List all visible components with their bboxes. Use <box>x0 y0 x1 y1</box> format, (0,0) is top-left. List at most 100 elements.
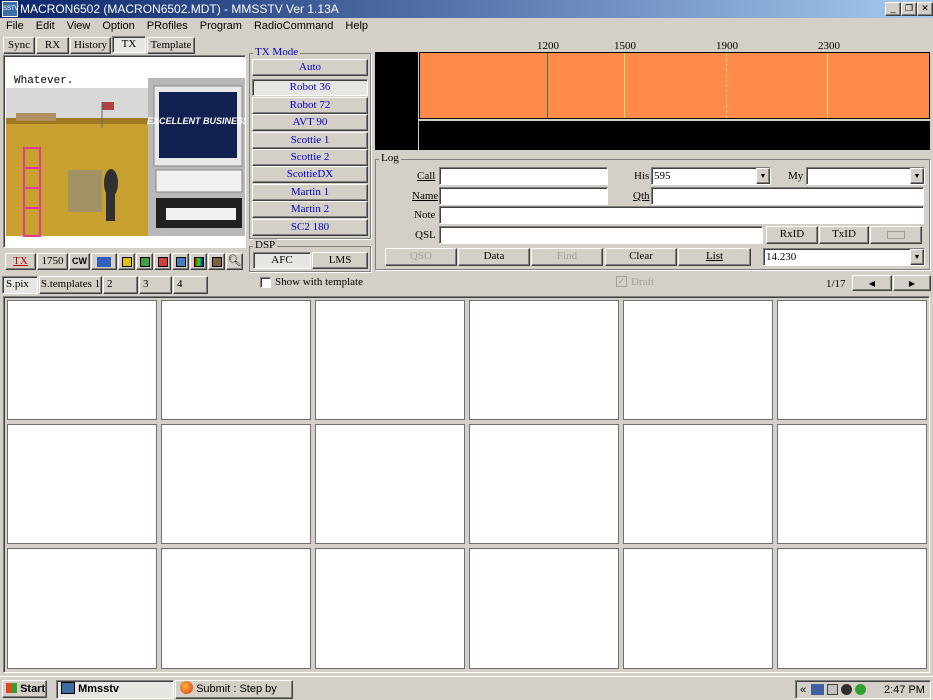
tx-button[interactable]: TX <box>5 253 36 270</box>
tab-rx[interactable]: RX <box>36 37 69 54</box>
menu-help[interactable]: Help <box>339 18 374 33</box>
mode-auto[interactable]: Auto <box>252 59 368 76</box>
minimize-icon[interactable]: _ <box>885 2 901 16</box>
tab-4[interactable]: 4 <box>173 276 208 294</box>
tick-1900: 1900 <box>716 40 738 52</box>
stock-cell[interactable] <box>7 424 157 544</box>
tab-tx[interactable]: TX <box>112 36 146 53</box>
tab-stemplates-1[interactable]: S.templates 1 <box>39 276 102 294</box>
stock-cell[interactable] <box>777 548 927 669</box>
frequency-value: 14.230 <box>766 251 797 263</box>
draft-checkbox[interactable]: ✓ <box>616 276 627 287</box>
image-paste-icon[interactable] <box>136 253 153 270</box>
stock-cell[interactable] <box>469 548 619 669</box>
menu-edit[interactable]: Edit <box>30 18 61 33</box>
stock-cell[interactable] <box>469 300 619 420</box>
tab-sync[interactable]: Sync <box>3 37 35 54</box>
mode-robot72[interactable]: Robot 72 <box>252 97 368 114</box>
spectrum-display[interactable] <box>419 52 930 119</box>
stock-cell[interactable] <box>161 548 311 669</box>
tx-image[interactable]: EXCELLENT BUSINESS Whatever. <box>6 58 245 247</box>
my-select[interactable] <box>806 167 925 185</box>
volume-icon[interactable] <box>827 684 838 695</box>
task-firefox[interactable]: Submit : Step by S... <box>175 680 293 700</box>
lms-button[interactable]: LMS <box>312 252 368 269</box>
magnifier-icon[interactable]: 🔍︎ <box>226 253 243 270</box>
rxid-button[interactable]: RxID <box>766 226 818 244</box>
color-bars-icon[interactable] <box>190 253 207 270</box>
close-icon[interactable]: ✕ <box>917 2 933 16</box>
show-template-checkbox[interactable] <box>260 277 271 288</box>
qth-label: Qth <box>633 190 650 202</box>
mode-martin1[interactable]: Martin 1 <box>252 184 368 201</box>
find-button[interactable]: Find <box>531 248 603 266</box>
menu-option[interactable]: Option <box>96 18 140 33</box>
stock-cell[interactable] <box>161 424 311 544</box>
menu-radiocommand[interactable]: RadioCommand <box>248 18 339 33</box>
stock-cell[interactable] <box>623 548 773 669</box>
stock-cell[interactable] <box>7 300 157 420</box>
rs-info-icon[interactable] <box>870 226 922 244</box>
qso-button[interactable]: QSO <box>385 248 457 266</box>
mode-robot36[interactable]: Robot 36 <box>252 79 368 96</box>
mode-sc2-180[interactable]: SC2 180 <box>252 219 368 236</box>
tray-expand-icon[interactable]: « <box>800 682 806 698</box>
stock-cell[interactable] <box>7 548 157 669</box>
stock-cell[interactable] <box>623 424 773 544</box>
qsl-input[interactable] <box>439 226 763 244</box>
tray-app-icon[interactable] <box>841 684 852 695</box>
tab-spix[interactable]: S.pix <box>2 276 38 294</box>
qth-input[interactable] <box>651 187 924 205</box>
stock-cell[interactable] <box>315 424 465 544</box>
stock-cell[interactable] <box>315 548 465 669</box>
next-page-icon[interactable]: ▶ <box>893 275 931 291</box>
frequency-dropdown-icon[interactable]: ▼ <box>910 249 924 265</box>
template-icon[interactable] <box>154 253 171 270</box>
list-button[interactable]: List <box>678 248 751 266</box>
start-button[interactable]: Start <box>2 680 47 698</box>
tone-1750-button[interactable]: 1750 <box>37 253 68 270</box>
my-label: My <box>788 170 804 182</box>
mode-scottie1[interactable]: Scottie 1 <box>252 132 368 149</box>
stock-cell[interactable] <box>777 424 927 544</box>
frequency-select[interactable]: 14.230 <box>763 248 925 266</box>
menu-profiles[interactable]: PRofiles <box>141 18 194 33</box>
tab-history[interactable]: History <box>70 37 111 54</box>
restore-icon[interactable]: ❐ <box>901 2 917 16</box>
note-input[interactable] <box>439 206 924 224</box>
security-icon[interactable] <box>855 684 866 695</box>
stock-cell[interactable] <box>777 300 927 420</box>
name-input[interactable] <box>439 187 608 205</box>
tab-3[interactable]: 3 <box>139 276 172 294</box>
waterfall-display[interactable] <box>419 121 930 150</box>
call-input[interactable] <box>439 167 608 185</box>
menu-program[interactable]: Program <box>194 18 248 33</box>
data-button[interactable]: Data <box>458 248 530 266</box>
menu-view[interactable]: View <box>61 18 97 33</box>
task-mmsstv[interactable]: Mmsstv <box>56 680 174 699</box>
his-select[interactable]: 595 <box>651 167 771 185</box>
mode-avt90[interactable]: AVT 90 <box>252 114 368 131</box>
clear-button[interactable]: Clear <box>605 248 677 266</box>
abc-text-icon[interactable] <box>91 253 117 270</box>
mode-scottiedx[interactable]: ScottieDX <box>252 166 368 183</box>
his-dropdown-icon[interactable]: ▼ <box>756 168 770 184</box>
stock-cell[interactable] <box>469 424 619 544</box>
tab-template[interactable]: Template <box>147 37 195 54</box>
my-dropdown-icon[interactable]: ▼ <box>910 168 924 184</box>
mode-scottie2[interactable]: Scottie 2 <box>252 149 368 166</box>
clipboard-icon[interactable] <box>208 253 225 270</box>
menu-file[interactable]: File <box>0 18 30 33</box>
cw-button[interactable]: CW <box>69 253 90 270</box>
network-icon[interactable] <box>811 684 824 695</box>
txid-button[interactable]: TxID <box>819 226 869 244</box>
mode-martin2[interactable]: Martin 2 <box>252 201 368 218</box>
afc-button[interactable]: AFC <box>253 252 311 269</box>
stock-cell[interactable] <box>315 300 465 420</box>
stock-cell[interactable] <box>161 300 311 420</box>
prev-page-icon[interactable]: ◀ <box>852 275 892 291</box>
tab-2[interactable]: 2 <box>103 276 138 294</box>
image-load-icon[interactable] <box>118 253 135 270</box>
monitor-icon[interactable] <box>172 253 189 270</box>
stock-cell[interactable] <box>623 300 773 420</box>
